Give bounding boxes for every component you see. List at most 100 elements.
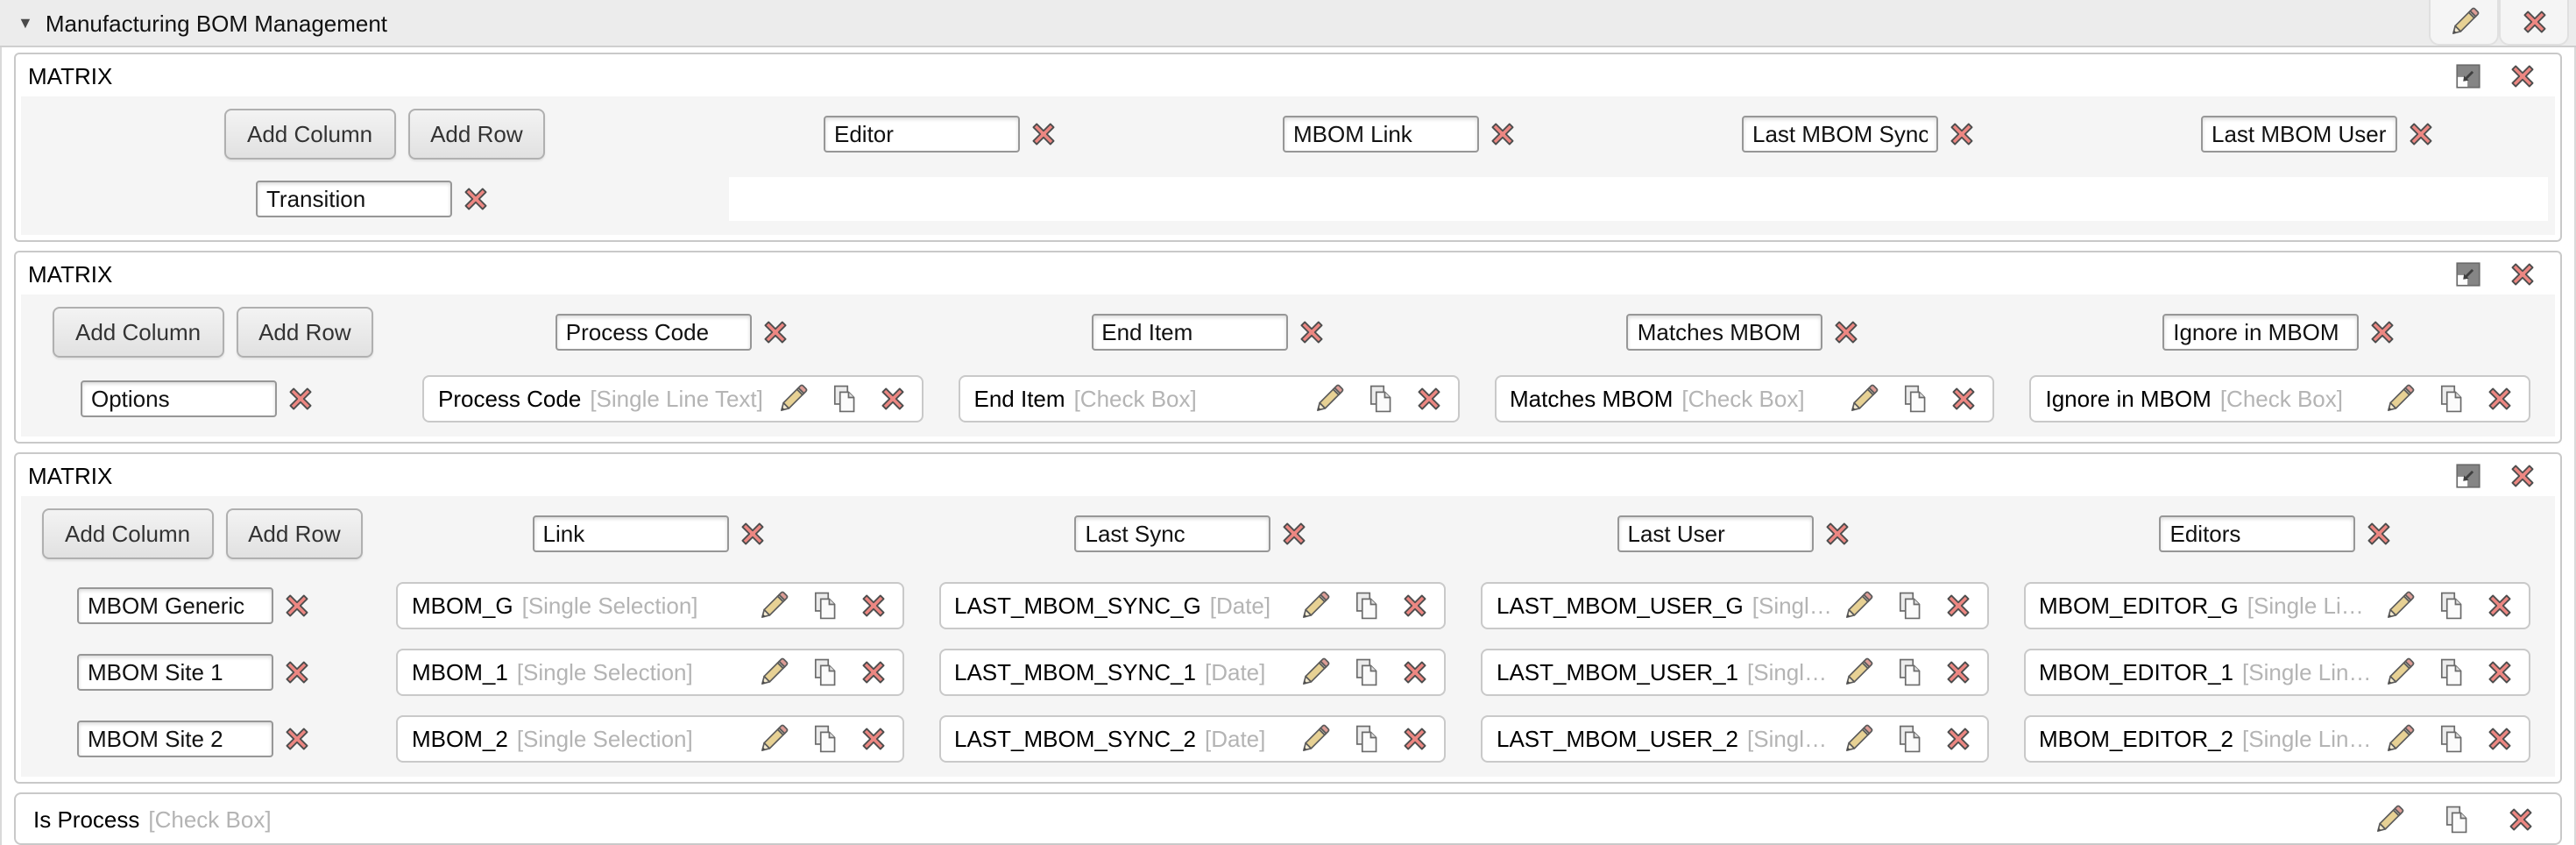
copy-icon[interactable] [2436,591,2466,621]
add-column-button[interactable]: Add Column [224,108,395,159]
edit-icon[interactable] [1299,656,1332,689]
copy-icon[interactable] [809,657,839,687]
delete-icon[interactable] [858,657,888,687]
edit-icon[interactable] [1848,382,1881,415]
delete-icon[interactable] [1400,657,1430,687]
add-row-button[interactable]: Add Row [407,108,546,159]
delete-icon[interactable] [1943,724,1972,754]
add-row-button[interactable]: Add Row [225,508,364,558]
edit-icon[interactable] [2383,656,2417,689]
column-name-input[interactable] [1742,115,1938,152]
delete-icon[interactable] [858,591,888,621]
delete-matrix-icon[interactable] [2508,259,2537,289]
edit-icon[interactable] [2383,382,2417,415]
copy-icon[interactable] [1893,591,1923,621]
copy-icon[interactable] [2441,804,2471,834]
delete-column-icon[interactable] [1947,118,1977,148]
edit-icon[interactable] [2383,589,2417,622]
column-name-input[interactable] [2162,313,2359,350]
copy-icon[interactable] [1351,591,1381,621]
copy-icon[interactable] [1900,384,1930,414]
delete-icon[interactable] [1413,384,1443,414]
edit-icon[interactable] [756,589,789,622]
delete-icon[interactable] [1400,724,1430,754]
delete-column-icon[interactable] [1280,518,1310,548]
column-name-input[interactable] [1627,313,1823,350]
caret-down-icon[interactable]: ▼ [18,14,33,32]
delete-icon[interactable] [1400,591,1430,621]
delete-icon[interactable] [878,384,908,414]
copy-icon[interactable] [1364,384,1394,414]
edit-icon[interactable] [1299,589,1332,622]
copy-icon[interactable] [2436,657,2466,687]
copy-icon[interactable] [809,591,839,621]
copy-icon[interactable] [1351,724,1381,754]
copy-icon[interactable] [2436,384,2466,414]
column-name-input[interactable] [2160,515,2356,551]
delete-icon[interactable] [2485,384,2515,414]
delete-row-icon[interactable] [282,724,312,754]
delete-matrix-icon[interactable] [2508,461,2537,491]
copy-icon[interactable] [2436,724,2466,754]
collapse-icon[interactable] [2453,259,2483,289]
collapse-icon[interactable] [2453,61,2483,91]
add-column-button[interactable]: Add Column [53,306,223,357]
edit-section-button[interactable] [2429,0,2499,46]
delete-row-icon[interactable] [282,591,312,621]
edit-icon[interactable] [1841,589,1874,622]
row-name-input[interactable] [81,380,277,417]
row-name-input[interactable] [77,721,273,757]
edit-icon[interactable] [2383,722,2417,756]
column-name-input[interactable] [556,313,752,350]
delete-column-icon[interactable] [2365,518,2395,548]
delete-icon[interactable] [2485,591,2515,621]
copy-icon[interactable] [1351,657,1381,687]
delete-icon[interactable] [2485,657,2515,687]
edit-icon[interactable] [1299,722,1332,756]
column-name-input[interactable] [1091,313,1287,350]
delete-column-icon[interactable] [761,316,790,346]
delete-column-icon[interactable] [738,518,768,548]
copy-icon[interactable] [829,384,859,414]
delete-icon[interactable] [2506,804,2536,834]
column-name-input[interactable] [533,515,729,551]
column-name-input[interactable] [2201,115,2397,152]
edit-icon[interactable] [776,382,810,415]
delete-row-icon[interactable] [282,657,312,687]
delete-row-icon[interactable] [461,184,491,214]
delete-column-icon[interactable] [1822,518,1852,548]
add-row-button[interactable]: Add Row [236,306,374,357]
delete-icon[interactable] [2485,724,2515,754]
copy-icon[interactable] [809,724,839,754]
delete-icon[interactable] [1950,384,1979,414]
delete-column-icon[interactable] [2406,118,2436,148]
delete-column-icon[interactable] [1832,316,1862,346]
row-name-input[interactable] [256,181,452,217]
copy-icon[interactable] [1893,657,1923,687]
delete-column-icon[interactable] [1029,118,1058,148]
add-column-button[interactable]: Add Column [42,508,213,558]
delete-section-button[interactable] [2499,0,2569,46]
delete-icon[interactable] [1943,657,1972,687]
delete-column-icon[interactable] [2367,316,2397,346]
delete-column-icon[interactable] [1488,118,1518,148]
column-name-input[interactable] [824,115,1020,152]
delete-row-icon[interactable] [286,384,315,414]
column-name-input[interactable] [1283,115,1479,152]
row-name-input[interactable] [77,587,273,624]
delete-column-icon[interactable] [1296,316,1326,346]
edit-icon[interactable] [1312,382,1345,415]
edit-icon[interactable] [1841,722,1874,756]
edit-icon[interactable] [756,656,789,689]
delete-icon[interactable] [1943,591,1972,621]
delete-matrix-icon[interactable] [2508,61,2537,91]
edit-icon[interactable] [2373,802,2406,835]
collapse-icon[interactable] [2453,461,2483,491]
copy-icon[interactable] [1893,724,1923,754]
edit-icon[interactable] [1841,656,1874,689]
row-name-input[interactable] [77,654,273,691]
column-name-input[interactable] [1075,515,1271,551]
edit-icon[interactable] [756,722,789,756]
column-name-input[interactable] [1617,515,1814,551]
delete-icon[interactable] [858,724,888,754]
